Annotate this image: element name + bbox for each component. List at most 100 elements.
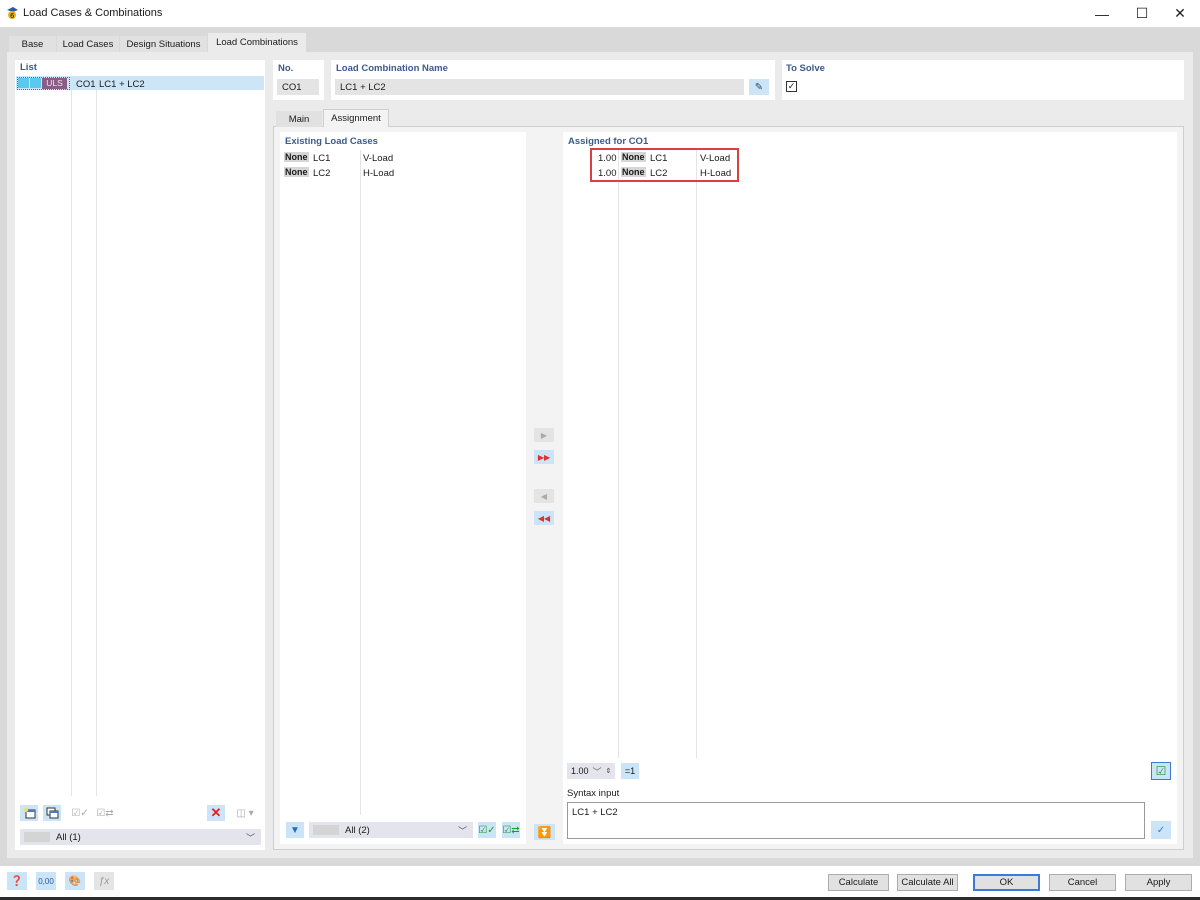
list-filter-value: All (1) xyxy=(56,831,81,843)
list-filter-select[interactable]: All (1) ﹀ xyxy=(20,829,261,845)
copy-icon xyxy=(46,807,58,819)
focus-border xyxy=(17,77,70,90)
filter-icon: ▼ xyxy=(290,824,300,836)
check-icon: ✓ xyxy=(1156,824,1166,836)
check-all-button[interactable]: ☑✓ xyxy=(71,805,89,821)
title-bar xyxy=(0,0,1200,27)
tab-base[interactable]: Base xyxy=(9,36,56,52)
column-divider xyxy=(618,150,619,758)
existing-load-cases-panel xyxy=(280,132,526,844)
double-arrow-left-icon: ◀◀ xyxy=(537,513,551,523)
lc-id: LC2 xyxy=(313,168,331,179)
factor-value: 1.00 xyxy=(571,766,589,776)
help-button[interactable]: ❓ xyxy=(7,872,27,890)
name-field[interactable]: LC1 + LC2 xyxy=(335,79,744,95)
assigned-panel xyxy=(563,132,1177,844)
minimize-button[interactable]: — xyxy=(1082,0,1122,27)
assign-all-button[interactable]: ▶▶ xyxy=(534,450,554,464)
move-to-bottom-icon: ⏬ xyxy=(537,826,552,839)
lc-desc: H-Load xyxy=(363,168,395,179)
toggle-check-icon: ☑⇄ xyxy=(96,807,114,819)
existing-filter-value: All (2) xyxy=(345,824,370,836)
view-columns-icon: ◫ ▾ xyxy=(236,807,254,819)
no-label: No. xyxy=(278,63,294,74)
ok-button[interactable]: OK xyxy=(973,874,1040,891)
filter-swatch xyxy=(24,832,50,842)
apply-check-button[interactable]: ☑ xyxy=(1151,762,1171,780)
copy-item-button[interactable] xyxy=(43,805,61,821)
svg-text:6: 6 xyxy=(10,12,15,20)
remove-all-button[interactable]: ◀◀ xyxy=(534,511,554,525)
tab-load-combinations[interactable]: Load Combinations xyxy=(208,33,306,52)
double-arrow-right-icon: ▶▶ xyxy=(537,452,551,462)
delete-x-icon: ✕ xyxy=(210,805,222,820)
view-options-button[interactable]: ◫ ▾ xyxy=(229,805,261,821)
tab-design-situations[interactable]: Design Situations xyxy=(120,36,207,52)
chevron-down-icon: ﹀ xyxy=(245,832,255,843)
window-title: Load Cases & Combinations xyxy=(23,7,163,19)
lc-id: LC1 xyxy=(313,153,331,164)
list-panel xyxy=(15,60,265,850)
set-one-button[interactable]: =1 xyxy=(621,763,639,779)
toggle-check-icon: ☑⇄ xyxy=(502,824,520,836)
to-solve-label: To Solve xyxy=(786,63,825,74)
column-divider xyxy=(360,150,361,815)
check-all-icon: ☑✓ xyxy=(71,807,89,819)
spinner-icon[interactable]: ⇕ xyxy=(606,767,612,775)
edit-icon: ✎ xyxy=(754,81,764,93)
check-all-icon: ☑✓ xyxy=(478,824,496,836)
column-divider xyxy=(96,90,97,796)
display-properties-icon: 🎨 xyxy=(68,875,82,887)
checkbox-checked-icon: ☑ xyxy=(1155,764,1167,778)
calculate-all-button[interactable]: Calculate All xyxy=(897,874,958,891)
help-icon: ❓ xyxy=(10,875,24,887)
existing-filter-select[interactable]: All (2) ﹀ xyxy=(309,822,473,838)
existing-label: Existing Load Cases xyxy=(285,136,378,147)
syntax-input[interactable]: LC1 + LC2 xyxy=(567,802,1145,839)
move-bottom-button[interactable]: ⏬ xyxy=(534,824,555,840)
assign-one-button[interactable]: ▶ xyxy=(534,428,554,442)
subtab-assignment[interactable]: Assignment xyxy=(323,109,389,127)
remove-one-button[interactable]: ◀ xyxy=(534,489,554,503)
filter-swatch xyxy=(313,825,339,835)
apply-button[interactable]: Apply xyxy=(1125,874,1192,891)
new-item-button[interactable] xyxy=(20,805,38,821)
calculate-button[interactable]: Calculate xyxy=(828,874,889,891)
filter-button[interactable]: ▼ xyxy=(286,822,304,838)
assigned-label: Assigned for CO1 xyxy=(568,136,649,147)
subtab-main[interactable]: Main xyxy=(276,111,322,127)
check-all-button[interactable]: ☑✓ xyxy=(478,822,496,838)
toggle-check-button[interactable]: ☑⇄ xyxy=(96,805,114,821)
to-solve-panel xyxy=(782,60,1184,100)
syntax-apply-button[interactable]: ✓ xyxy=(1151,821,1171,839)
type-badge: None xyxy=(284,167,309,177)
syntax-label: Syntax input xyxy=(567,788,620,799)
delete-button[interactable]: ✕ xyxy=(207,805,225,821)
highlight-annotation xyxy=(590,148,739,182)
close-button[interactable]: ✕ xyxy=(1160,0,1200,27)
column-divider xyxy=(71,90,72,796)
edit-name-button[interactable]: ✎ xyxy=(749,79,769,95)
units-button[interactable]: 0,00 xyxy=(36,872,56,890)
name-label: Load Combination Name xyxy=(336,63,448,74)
chevron-down-icon: ﹀ xyxy=(592,766,602,777)
app-icon: 6 xyxy=(6,6,19,20)
formula-button[interactable]: ƒx xyxy=(94,872,114,890)
to-solve-checkbox[interactable]: ✓ xyxy=(786,81,797,92)
list-item-name: LC1 + LC2 xyxy=(99,79,145,90)
list-label: List xyxy=(20,62,37,73)
column-divider xyxy=(696,150,697,758)
arrow-left-icon: ◀ xyxy=(540,491,548,501)
formula-icon: ƒx xyxy=(98,875,110,887)
toggle-check-button[interactable]: ☑⇄ xyxy=(502,822,520,838)
new-icon xyxy=(23,808,35,819)
display-properties-button[interactable]: 🎨 xyxy=(65,872,85,890)
chevron-down-icon: ﹀ xyxy=(457,825,467,836)
maximize-button[interactable]: ☐ xyxy=(1122,0,1162,27)
cancel-button[interactable]: Cancel xyxy=(1049,874,1116,891)
arrow-right-icon: ▶ xyxy=(540,430,548,440)
no-field[interactable]: CO1 xyxy=(277,79,319,95)
decimal-units-icon: 0,00 xyxy=(38,876,54,886)
factor-select[interactable]: 1.00 ﹀ ⇕ xyxy=(567,763,615,779)
tab-load-cases[interactable]: Load Cases xyxy=(57,36,119,52)
